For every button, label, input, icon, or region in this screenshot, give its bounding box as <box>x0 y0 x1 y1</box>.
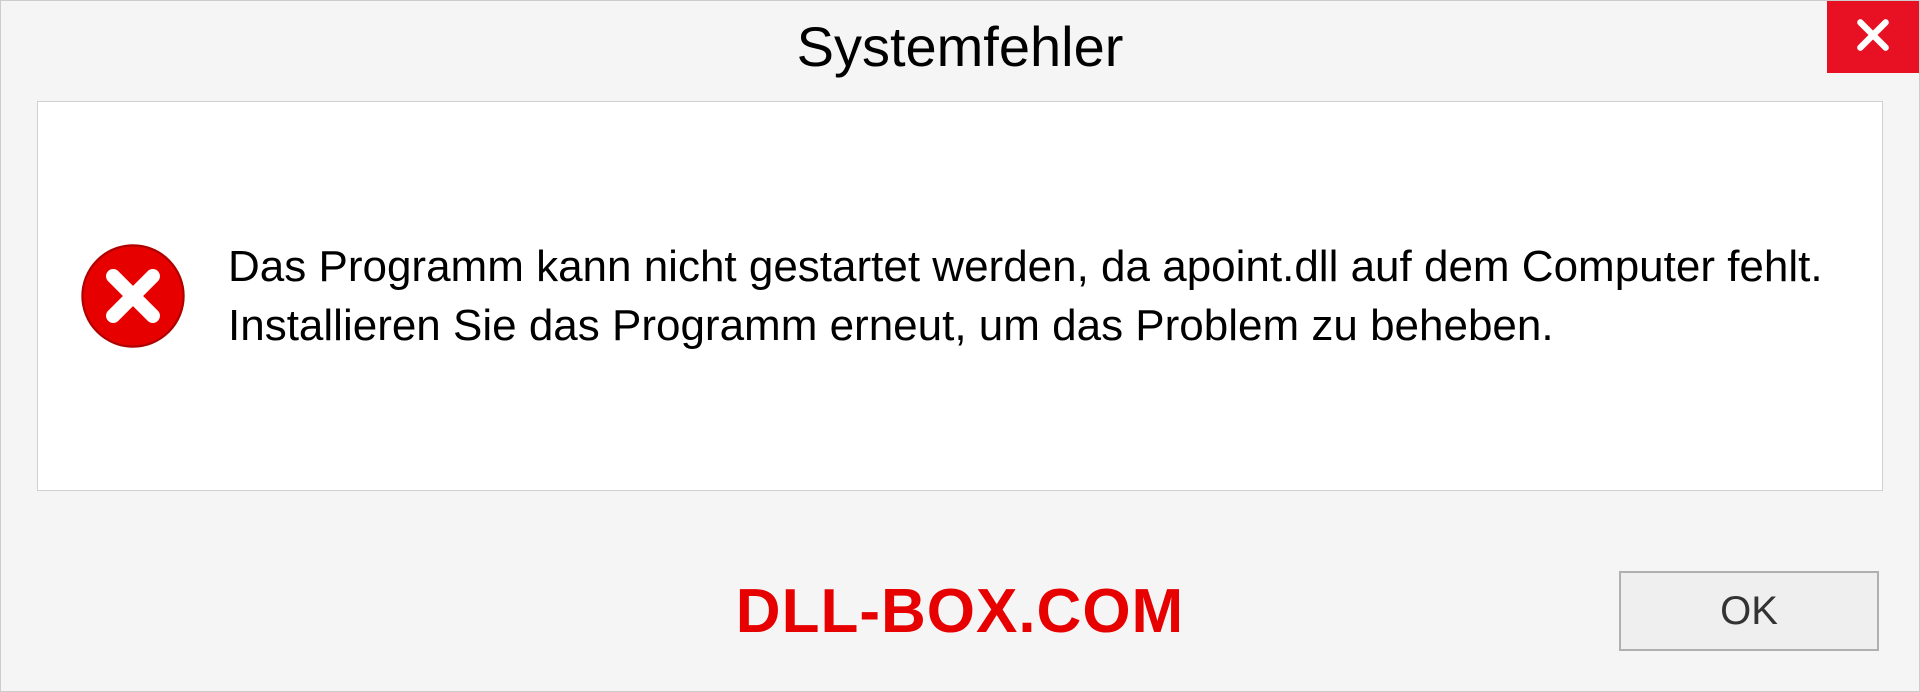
dialog-footer: DLL-BOX.COM OK <box>1 531 1919 691</box>
watermark-text: DLL-BOX.COM <box>736 576 1184 647</box>
content-area: Das Programm kann nicht gestartet werden… <box>37 101 1883 491</box>
error-message: Das Programm kann nicht gestartet werden… <box>228 237 1842 356</box>
title-bar: Systemfehler <box>1 1 1919 91</box>
error-dialog: Systemfehler Das Programm kann nicht ges… <box>0 0 1920 692</box>
close-icon <box>1854 16 1892 59</box>
error-icon <box>78 241 188 351</box>
close-button[interactable] <box>1827 1 1919 73</box>
ok-button[interactable]: OK <box>1619 571 1879 651</box>
dialog-title: Systemfehler <box>797 14 1124 79</box>
